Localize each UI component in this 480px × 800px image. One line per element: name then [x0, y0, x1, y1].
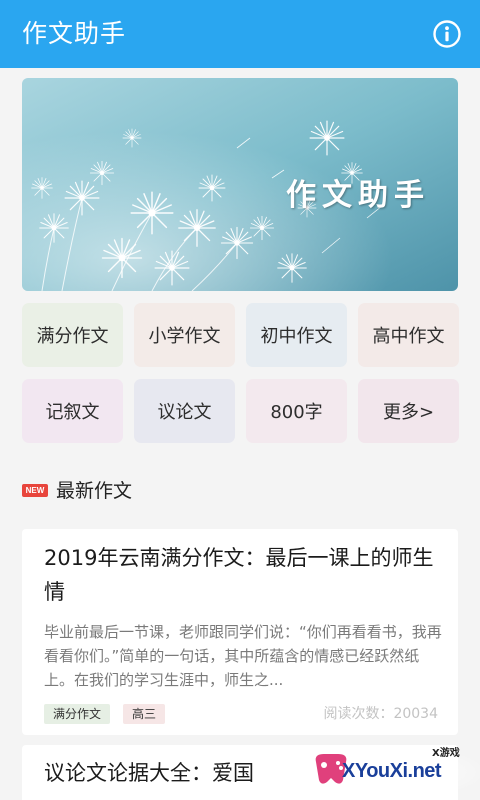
category-narrative[interactable]: 记叙文 [22, 379, 123, 443]
category-label: 更多> [382, 402, 435, 423]
article-title: 2019年云南满分作文：最后一课上的师生情 [44, 546, 434, 604]
banner-title: 作文助手 [286, 178, 430, 213]
watermark-text: XYouXi.net [342, 760, 442, 782]
watermark-small-text: X游戏 [432, 748, 460, 759]
article-tag: 高三 [123, 704, 166, 724]
category-primary-school[interactable]: 小学作文 [134, 303, 235, 367]
app-bar: 作文助手 [0, 0, 480, 68]
category-label: 满分作文 [36, 326, 109, 347]
banner[interactable]: 作文助手 [22, 78, 458, 291]
category-label: 记叙文 [45, 402, 100, 423]
app-title: 作文助手 [22, 19, 127, 48]
read-count-label: 阅读次数： [323, 706, 394, 722]
category-label: 高中作文 [372, 326, 445, 347]
section-title: 最新作文 [56, 480, 133, 502]
article-summary: 毕业前最后一节课，老师跟同学们说：“你们再看看书，我再看看你们。”简单的一句话，… [44, 623, 442, 689]
category-label: 小学作文 [148, 326, 221, 347]
new-badge: NEW [22, 484, 48, 497]
category-junior-high[interactable]: 初中作文 [246, 303, 347, 367]
article-card[interactable]: 2019年云南满分作文：最后一课上的师生情 毕业前最后一节课，老师跟同学们说：“… [22, 529, 458, 735]
info-icon[interactable] [432, 19, 462, 49]
read-count: 阅读次数：20034 [323, 704, 438, 724]
read-count-value: 20034 [393, 706, 438, 722]
article-tag: 满分作文 [44, 704, 111, 724]
category-800-words[interactable]: 800字 [246, 379, 347, 443]
category-more[interactable]: 更多> [358, 379, 459, 443]
category-label: 议论文 [157, 402, 212, 423]
category-label: 800字 [270, 402, 323, 423]
category-label: 初中作文 [260, 326, 333, 347]
category-argumentative[interactable]: 议论文 [134, 379, 235, 443]
category-full-score[interactable]: 满分作文 [22, 303, 123, 367]
category-senior-high[interactable]: 高中作文 [358, 303, 459, 367]
